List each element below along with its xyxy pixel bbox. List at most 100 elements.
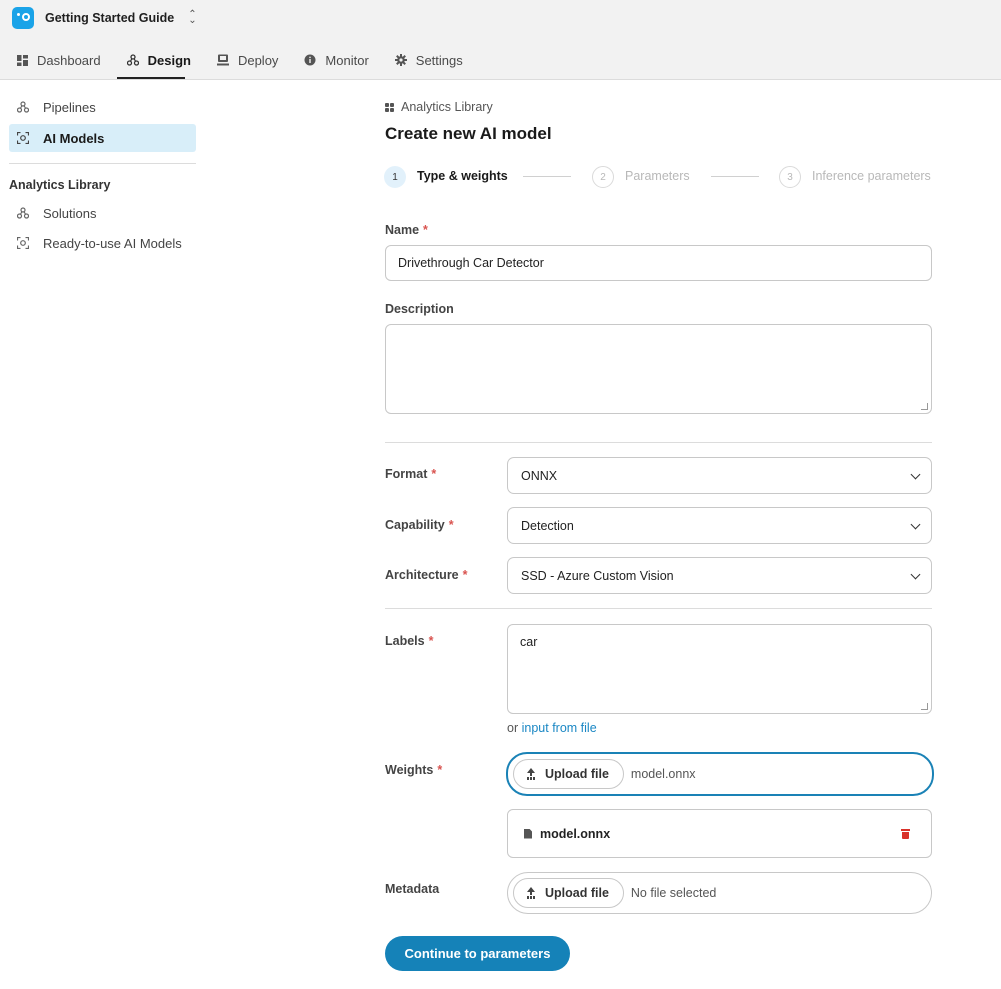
pipelines-icon [17,207,29,219]
active-tab-indicator [117,77,185,79]
breadcrumb-label: Analytics Library [401,100,493,114]
required-marker: * [448,518,454,532]
required-marker: * [462,568,468,582]
tab-label: Monitor [325,52,369,68]
labels-file-link-row: or input from file [507,721,597,735]
name-input[interactable]: Drivethrough Car Detector [385,245,932,281]
sidebar-item-label: Pipelines [43,99,96,115]
step-1-number: 1 [384,166,406,188]
step-2-number: 2 [592,166,614,188]
app-logo-icon [12,7,34,29]
info-icon [304,54,316,66]
uploaded-file-card: model.onnx [507,809,932,858]
upload-icon [526,768,536,780]
section-divider [385,442,932,443]
upload-icon [526,887,536,899]
sidebar-section-title: Analytics Library [9,178,111,192]
name-label-text: Name [385,223,420,237]
name-input-value: Drivethrough Car Detector [398,256,544,270]
delete-icon[interactable] [901,829,910,839]
ai-model-icon [17,237,29,249]
design-icon [126,54,139,66]
tab-dashboard[interactable]: Dashboard [0,40,111,80]
step-connector [711,176,759,177]
weights-file-input[interactable]: Upload file model.onnx [506,752,934,796]
dashboard-icon [16,54,28,66]
top-bar: Getting Started Guide ⌃ ⌄ Dashboard Desig… [0,0,1001,80]
upload-button-label: Upload file [545,886,609,900]
description-label: Description [385,302,454,316]
sidebar-item-label: Solutions [43,205,97,221]
format-select[interactable]: ONNX [507,457,932,494]
required-marker: * [431,467,437,481]
metadata-file-input[interactable]: Upload file No file selected [507,872,932,914]
stepper: 1 Type & weights 2 Parameters 3 Inferenc… [384,165,932,189]
step-3-number: 3 [779,166,801,188]
architecture-label-text: Architecture [385,568,459,582]
tab-label: Dashboard [37,52,101,68]
sidebar-item-ready-to-use-ai-models[interactable]: Ready-to-use AI Models [9,229,196,257]
metadata-file-name: No file selected [630,886,717,900]
capability-label-text: Capability [385,518,445,532]
step-2-label: Parameters [625,169,690,183]
labels-value: car [520,635,538,649]
sidebar-divider [9,163,196,164]
metadata-upload-button[interactable]: Upload file [513,878,624,908]
continue-button[interactable]: Continue to parameters [385,936,570,971]
breadcrumb[interactable]: Analytics Library [385,100,493,114]
file-icon [524,828,532,839]
labels-label: Labels * [385,634,433,648]
sidebar-item-ai-models[interactable]: AI Models [9,124,196,152]
metadata-label: Metadata [385,882,440,896]
tab-label: Design [147,52,191,68]
pipelines-icon [17,101,29,113]
step-3-label: Inference parameters [812,169,931,183]
tab-settings[interactable]: Settings [379,40,473,80]
tab-label: Settings [415,52,463,68]
weights-label-text: Weights [385,763,434,777]
architecture-label: Architecture * [385,568,468,582]
project-switcher[interactable]: Getting Started Guide ⌃ ⌄ [12,7,197,29]
capability-value: Detection [521,518,574,533]
format-label-text: Format [385,467,428,481]
capability-label: Capability * [385,518,454,532]
upload-button-label: Upload file [545,767,609,781]
sidebar-item-label: Ready-to-use AI Models [43,235,182,251]
resize-handle-icon[interactable] [921,703,928,710]
step-1-label: Type & weights [417,169,508,183]
architecture-select[interactable]: SSD - Azure Custom Vision [507,557,932,594]
weights-file-name: model.onnx [630,767,696,781]
description-textarea[interactable] [385,324,932,414]
chevron-up-down-icon[interactable]: ⌃ ⌄ [188,10,196,26]
sidebar-item-pipelines[interactable]: Pipelines [9,93,196,121]
tab-monitor[interactable]: Monitor [288,40,378,80]
gear-icon [394,54,407,66]
format-value: ONNX [521,468,558,483]
labels-label-text: Labels [385,634,425,648]
architecture-value: SSD - Azure Custom Vision [521,568,674,583]
tab-label: Deploy [237,52,279,68]
weights-label: Weights * [385,763,442,777]
uploaded-file-name: model.onnx [540,826,611,841]
step-connector [523,176,571,177]
deploy-icon [216,54,229,66]
tab-design[interactable]: Design [111,40,201,80]
chevron-down-icon [910,519,921,530]
chevron-down-icon [910,569,921,580]
sidebar-item-solutions[interactable]: Solutions [9,199,196,227]
tab-deploy[interactable]: Deploy [201,40,288,80]
input-from-file-link[interactable]: input from file [522,721,597,735]
page-title: Create new AI model [385,124,552,143]
format-label: Format * [385,467,436,481]
labels-textarea[interactable]: car [507,624,932,714]
required-marker: * [423,223,428,237]
ai-model-icon [17,132,29,144]
name-label: Name * [385,223,428,237]
capability-select[interactable]: Detection [507,507,932,544]
or-text: or [507,721,519,735]
required-marker: * [437,763,443,777]
library-icon [385,102,394,112]
resize-handle-icon[interactable] [921,403,928,410]
project-name: Getting Started Guide [45,11,175,25]
weights-upload-button[interactable]: Upload file [513,759,624,789]
